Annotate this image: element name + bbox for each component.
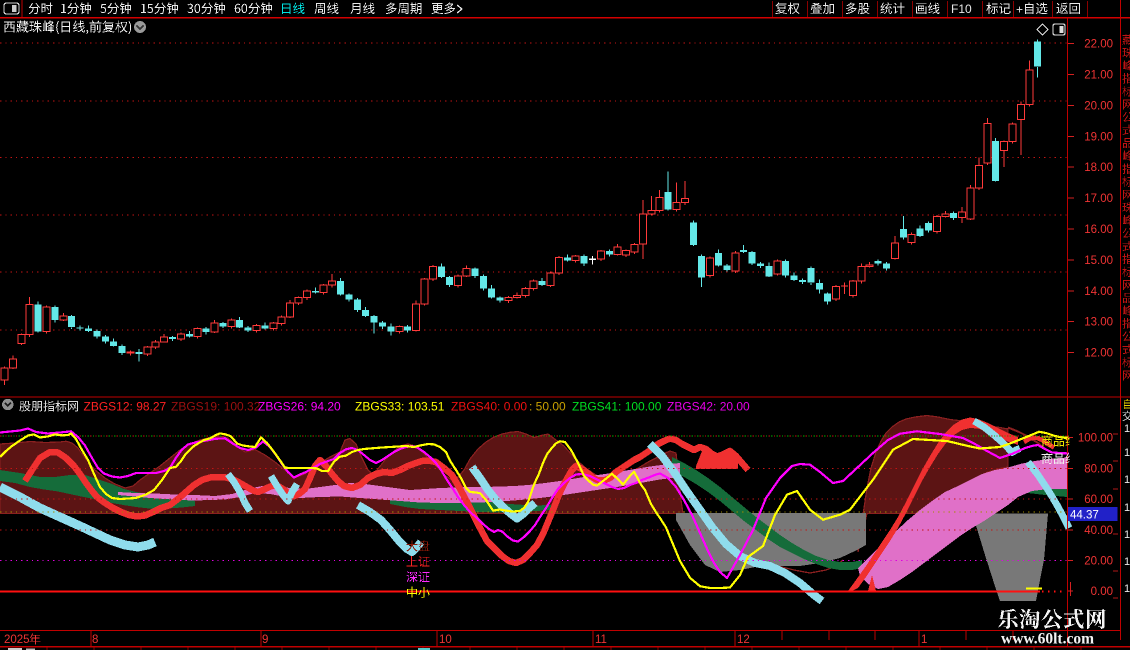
svg-text:16.00: 16.00 [1084,224,1113,236]
svg-text:12: 12 [737,634,750,646]
svg-text:1: 1 [1124,423,1130,435]
svg-text:15.00: 15.00 [1084,255,1113,267]
svg-text:+: + [1016,3,1023,17]
svg-text:80.00: 80.00 [1084,463,1113,475]
svg-text:100.00: 100.00 [1078,433,1113,445]
svg-text:0.00: 0.00 [1091,586,1113,598]
svg-text:1: 1 [1124,529,1130,541]
svg-text:ZBGS19: 100.32: ZBGS19: 100.32 [171,400,261,414]
svg-text:ZBGS12: 98.27: ZBGS12: 98.27 [84,400,167,414]
svg-text:ZBGS41: 100.00: ZBGS41: 100.00 [572,400,662,414]
svg-text:1: 1 [1124,556,1130,568]
svg-text:8: 8 [92,634,98,646]
svg-text:21.00: 21.00 [1084,70,1113,82]
svg-text:20.00: 20.00 [1084,100,1113,112]
svg-text:2025: 2025 [4,634,30,646]
svg-text:ZBGS26: 94.20: ZBGS26: 94.20 [258,400,341,414]
svg-text:1: 1 [921,634,927,646]
svg-text:ZBGS33: 103.51: ZBGS33: 103.51 [355,400,445,414]
svg-text:19.00: 19.00 [1084,131,1113,143]
svg-text:1: 1 [1124,502,1130,514]
svg-text:11: 11 [595,634,607,646]
svg-text:18.00: 18.00 [1084,162,1113,174]
svg-text:17.00: 17.00 [1084,193,1113,205]
svg-text:44.37: 44.37 [1070,510,1099,522]
svg-text:1: 1 [1124,447,1130,459]
svg-text:22.00: 22.00 [1084,39,1113,51]
svg-text:: 50.00: : 50.00 [529,400,566,414]
svg-text:1: 1 [1124,583,1130,595]
svg-text:14.00: 14.00 [1084,286,1113,298]
svg-text:60.00: 60.00 [1084,494,1113,506]
svg-text:www.60lt.com: www.60lt.com [1001,631,1094,648]
svg-text:10: 10 [439,634,452,646]
svg-text:12.00: 12.00 [1084,348,1113,360]
svg-text:ZBGS42: 20.00: ZBGS42: 20.00 [667,400,750,414]
svg-text:9: 9 [262,634,268,646]
svg-text:20.00: 20.00 [1084,556,1113,568]
svg-text:1: 1 [1124,474,1130,486]
svg-text:40.00: 40.00 [1084,525,1113,537]
svg-text:13.00: 13.00 [1084,317,1113,329]
svg-text:ZBGS40: 0.00: ZBGS40: 0.00 [451,400,527,414]
svg-text:F10: F10 [951,2,972,16]
